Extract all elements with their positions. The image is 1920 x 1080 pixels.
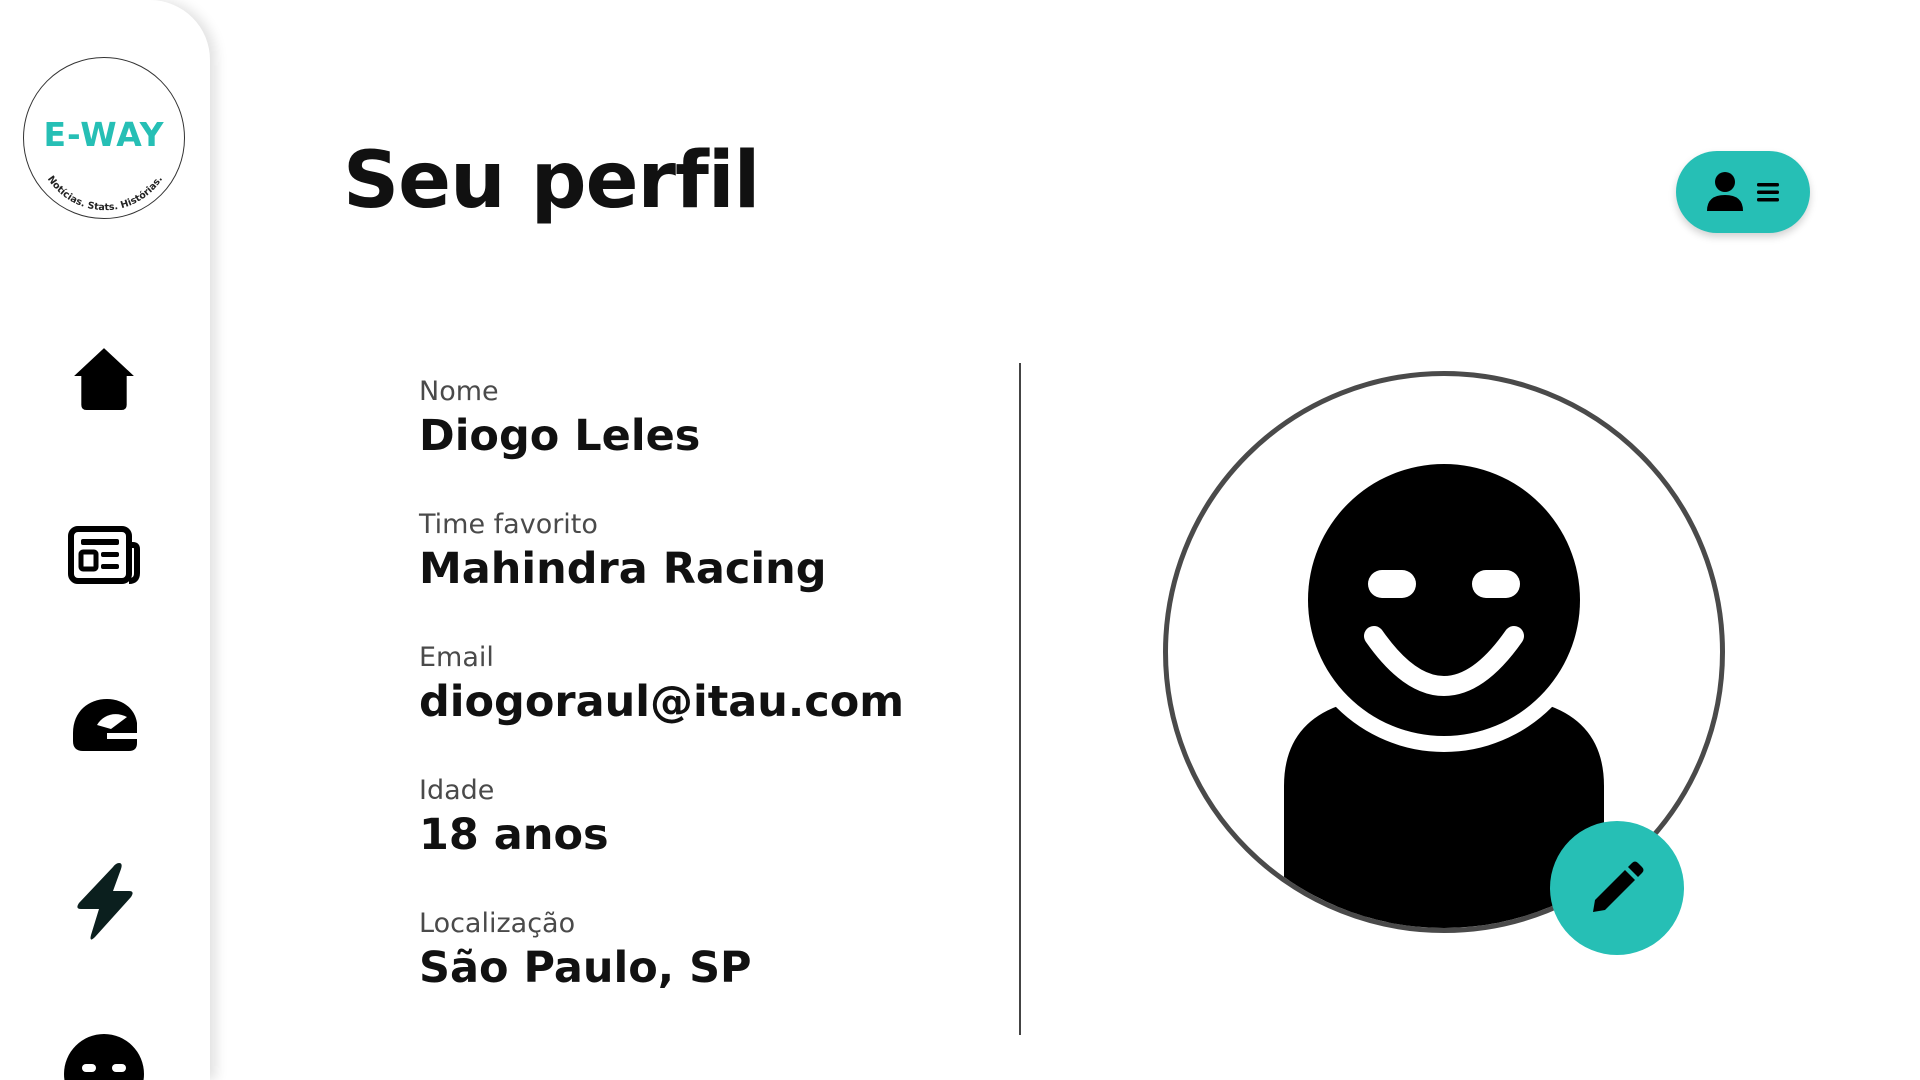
field-value: diogoraul@itau.com	[419, 677, 905, 727]
home-icon	[74, 348, 134, 410]
profile-info-list: Nome Diogo Leles Time favorito Mahindra …	[419, 378, 979, 1043]
lightning-icon	[77, 863, 133, 940]
field-value: Mahindra Racing	[419, 544, 827, 594]
vertical-divider	[1019, 363, 1021, 1035]
helmet-icon	[73, 699, 137, 751]
edit-avatar-button[interactable]	[1550, 821, 1684, 955]
sidebar-item-home[interactable]	[60, 334, 148, 422]
profile-face-icon	[64, 1034, 144, 1080]
user-icon	[1707, 172, 1743, 211]
logo-tagline-text: Notícias. Stats. Histórias.	[45, 174, 165, 213]
field-value: São Paulo, SP	[419, 943, 752, 993]
field-label: Nome	[419, 376, 499, 407]
field-name: Nome Diogo Leles	[419, 378, 979, 511]
field-location: Localização São Paulo, SP	[419, 910, 979, 1043]
menu-icon	[1757, 183, 1779, 202]
profile-page: E-WAY Notícias. Stats. Histórias. Seu pe…	[0, 0, 1920, 1080]
brand-logo[interactable]: E-WAY Notícias. Stats. Histórias.	[23, 57, 185, 219]
field-label: Idade	[419, 775, 495, 806]
field-label: Time favorito	[419, 509, 598, 540]
field-value: 18 anos	[419, 810, 609, 860]
pencil-icon	[1593, 861, 1644, 912]
field-label: Email	[419, 642, 494, 673]
field-favorite-team: Time favorito Mahindra Racing	[419, 511, 979, 644]
sidebar-item-formula-e[interactable]	[60, 857, 148, 945]
sidebar: E-WAY Notícias. Stats. Histórias.	[0, 0, 210, 1080]
logo-tagline: Notícias. Stats. Histórias.	[45, 174, 165, 213]
field-value: Diogo Leles	[419, 411, 701, 461]
field-email: Email diogoraul@itau.com	[419, 644, 979, 777]
sidebar-item-drivers[interactable]	[60, 681, 148, 769]
field-age: Idade 18 anos	[419, 777, 979, 910]
page-title: Seu perfil	[343, 136, 760, 226]
sidebar-item-profile[interactable]	[60, 1030, 148, 1080]
field-label: Localização	[419, 908, 576, 939]
sidebar-item-news[interactable]	[60, 511, 148, 599]
newspaper-icon	[68, 526, 140, 584]
profile-menu-button[interactable]	[1676, 151, 1810, 233]
